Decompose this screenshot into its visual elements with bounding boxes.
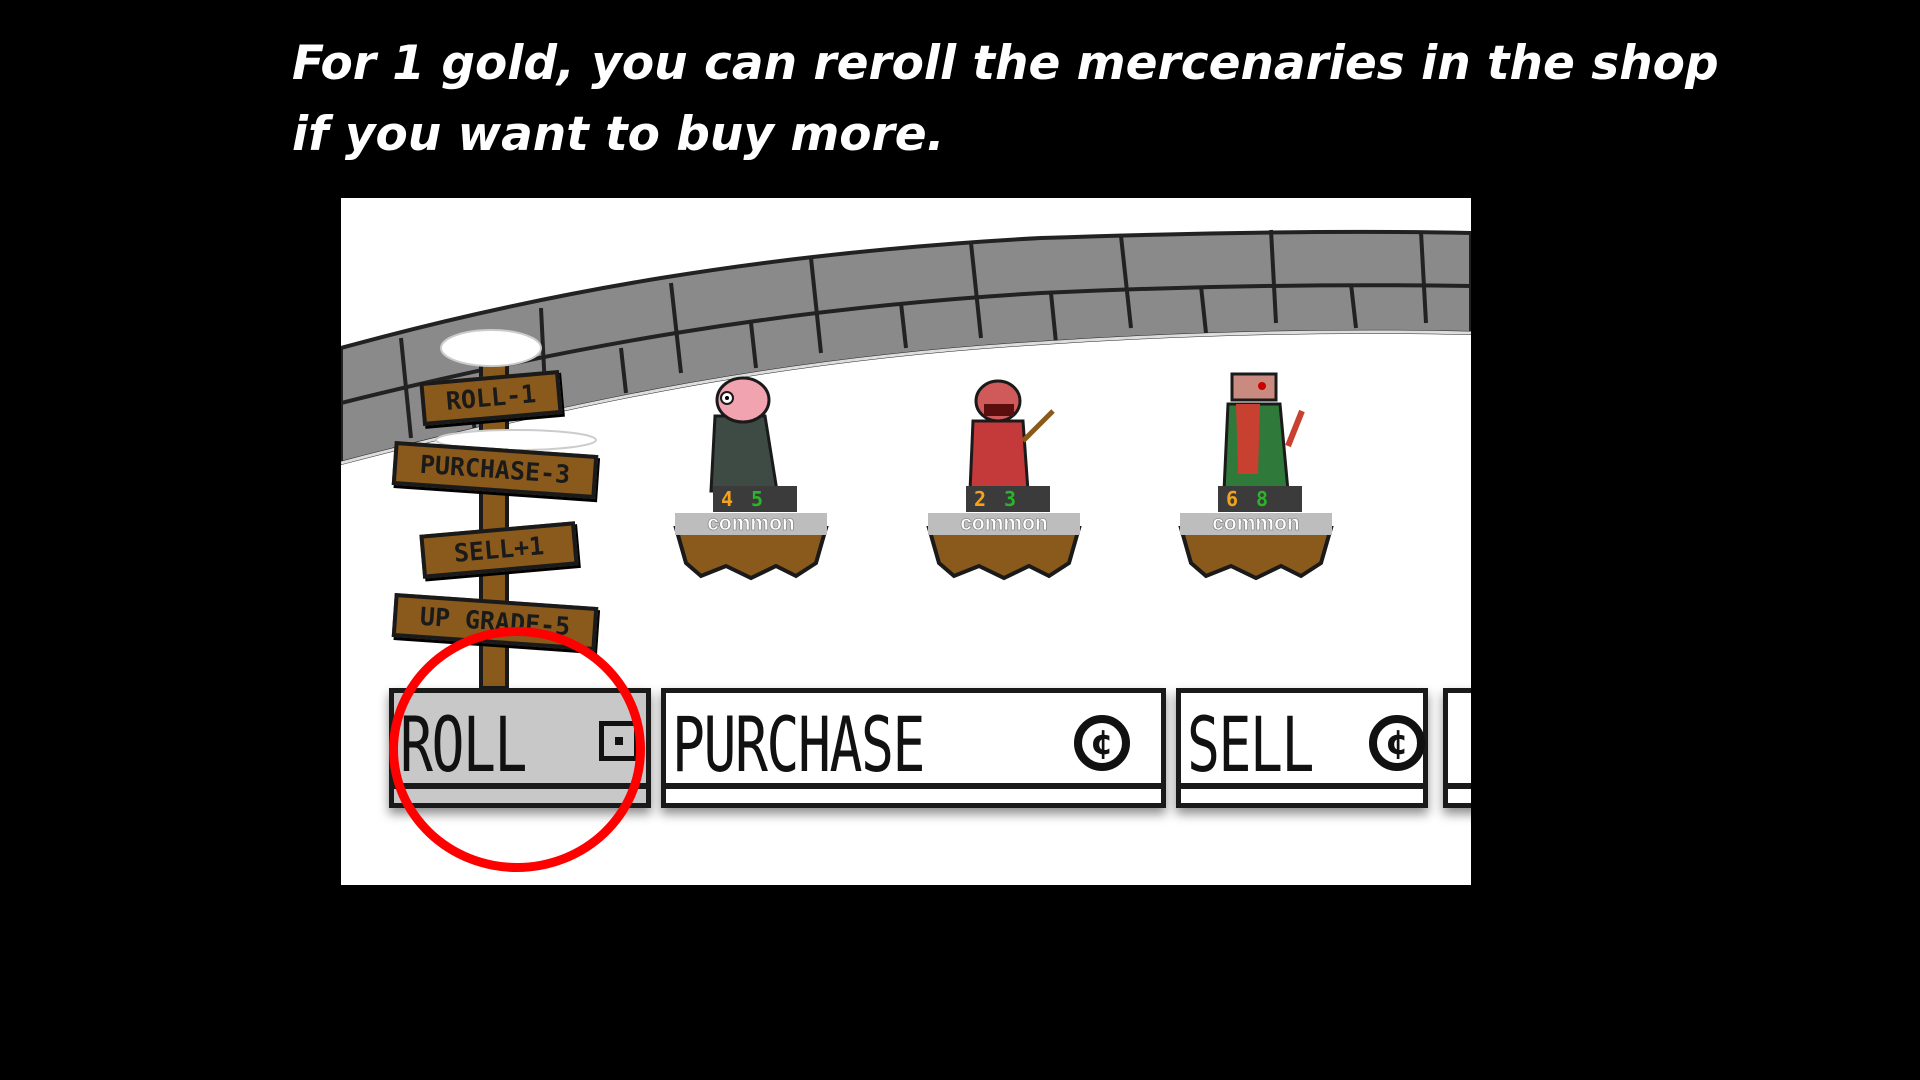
coin-icon: ¢: [1074, 715, 1130, 771]
health-value: 8: [1256, 487, 1269, 511]
mercenary-card-1[interactable]: 4 5 common: [675, 356, 835, 596]
rarity-label: common: [1180, 512, 1332, 535]
purchase-button-label: PURCHASE: [672, 700, 925, 789]
mercenary-card-2[interactable]: 2 3 common: [928, 356, 1088, 596]
rarity-label: common: [675, 512, 827, 535]
caption-line-1: For 1 gold, you can reroll the mercenari…: [292, 36, 1719, 91]
upgrade-button[interactable]: [1443, 688, 1471, 808]
sell-button[interactable]: SELL ¢: [1176, 688, 1428, 808]
button-stripe: [1448, 783, 1471, 789]
attack-value: 6: [1226, 487, 1239, 511]
mercenary-card-3[interactable]: 6 8 common: [1180, 356, 1340, 596]
health-value: 5: [751, 487, 764, 511]
coin-icon: ¢: [1369, 715, 1425, 771]
attack-value: 4: [721, 487, 734, 511]
mercenary-stats-1: 4 5: [713, 486, 797, 512]
sell-button-label: SELL: [1187, 700, 1314, 789]
caption-line-2: if you want to buy more.: [292, 107, 945, 162]
health-value: 3: [1004, 487, 1017, 511]
button-stripe: [1181, 783, 1423, 789]
purchase-button[interactable]: PURCHASE ¢: [661, 688, 1166, 808]
mercenary-stats-2: 2 3: [966, 486, 1050, 512]
tutorial-caption: For 1 gold, you can reroll the mercenari…: [292, 28, 1719, 170]
button-stripe: [666, 783, 1161, 789]
attack-value: 2: [974, 487, 987, 511]
rarity-label: common: [928, 512, 1080, 535]
mercenary-stats-3: 6 8: [1218, 486, 1302, 512]
roll-highlight-circle: [389, 627, 645, 872]
